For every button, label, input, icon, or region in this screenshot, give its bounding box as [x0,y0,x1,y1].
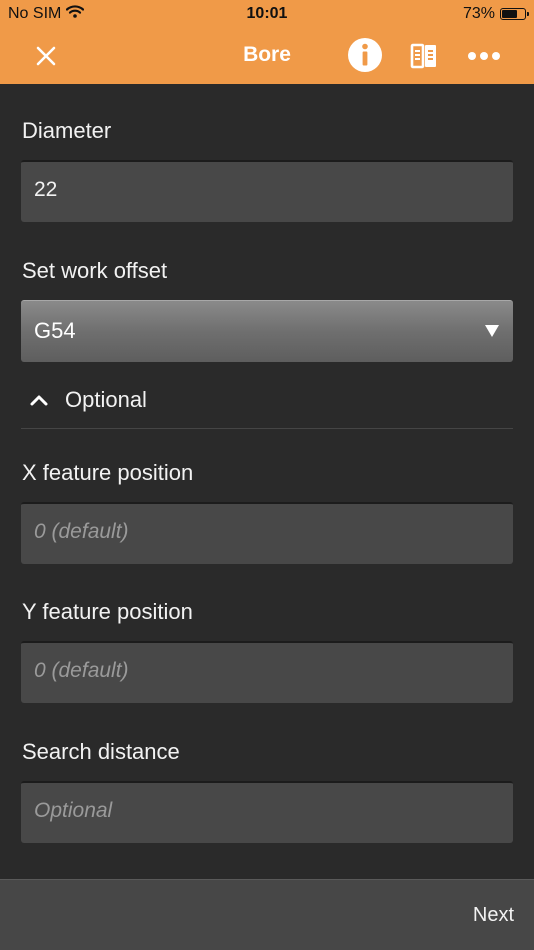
work-offset-select[interactable]: G54 [21,300,513,362]
x-position-label: X feature position [22,460,194,485]
book-icon [410,43,436,69]
reference-button[interactable] [406,38,442,74]
more-button[interactable] [464,40,504,72]
info-icon [348,38,382,72]
battery-icon [500,8,529,20]
search-distance-input[interactable]: Optional [21,781,513,843]
y-position-label: Y feature position [22,599,193,624]
search-distance-placeholder: Optional [34,799,113,822]
diameter-value: 22 [34,178,58,201]
x-position-placeholder: 0 (default) [34,520,129,543]
work-offset-label: Set work offset [22,258,168,283]
info-button[interactable] [347,37,383,73]
battery-percent: 73% [462,5,495,22]
search-distance-label: Search distance [22,739,180,764]
screen: No SIM 10:01 73% Bore Diameter 22 Set wo… [0,0,534,950]
diameter-input[interactable]: 22 [21,160,513,222]
chevron-up-icon [30,395,48,406]
page-title: Bore [243,43,291,66]
x-position-input[interactable]: 0 (default) [21,502,513,564]
form-content: Diameter 22 Set work offset G54 Optional… [0,84,534,879]
optional-toggle[interactable]: Optional [21,379,513,429]
optional-label: Optional [65,387,147,412]
dropdown-arrow-icon [485,325,499,337]
status-bar: No SIM 10:01 73% [0,0,534,28]
more-icon [468,52,500,60]
bottom-bar: Next [0,879,534,950]
battery-group: 73% [462,5,529,23]
y-position-placeholder: 0 (default) [34,659,129,682]
status-time: 10:01 [246,5,288,22]
diameter-label: Diameter [22,118,112,143]
battery-level [502,10,517,18]
nav-bar: Bore [0,28,534,84]
next-button[interactable]: Next [473,904,514,927]
y-position-input[interactable]: 0 (default) [21,641,513,703]
work-offset-value: G54 [34,318,76,343]
